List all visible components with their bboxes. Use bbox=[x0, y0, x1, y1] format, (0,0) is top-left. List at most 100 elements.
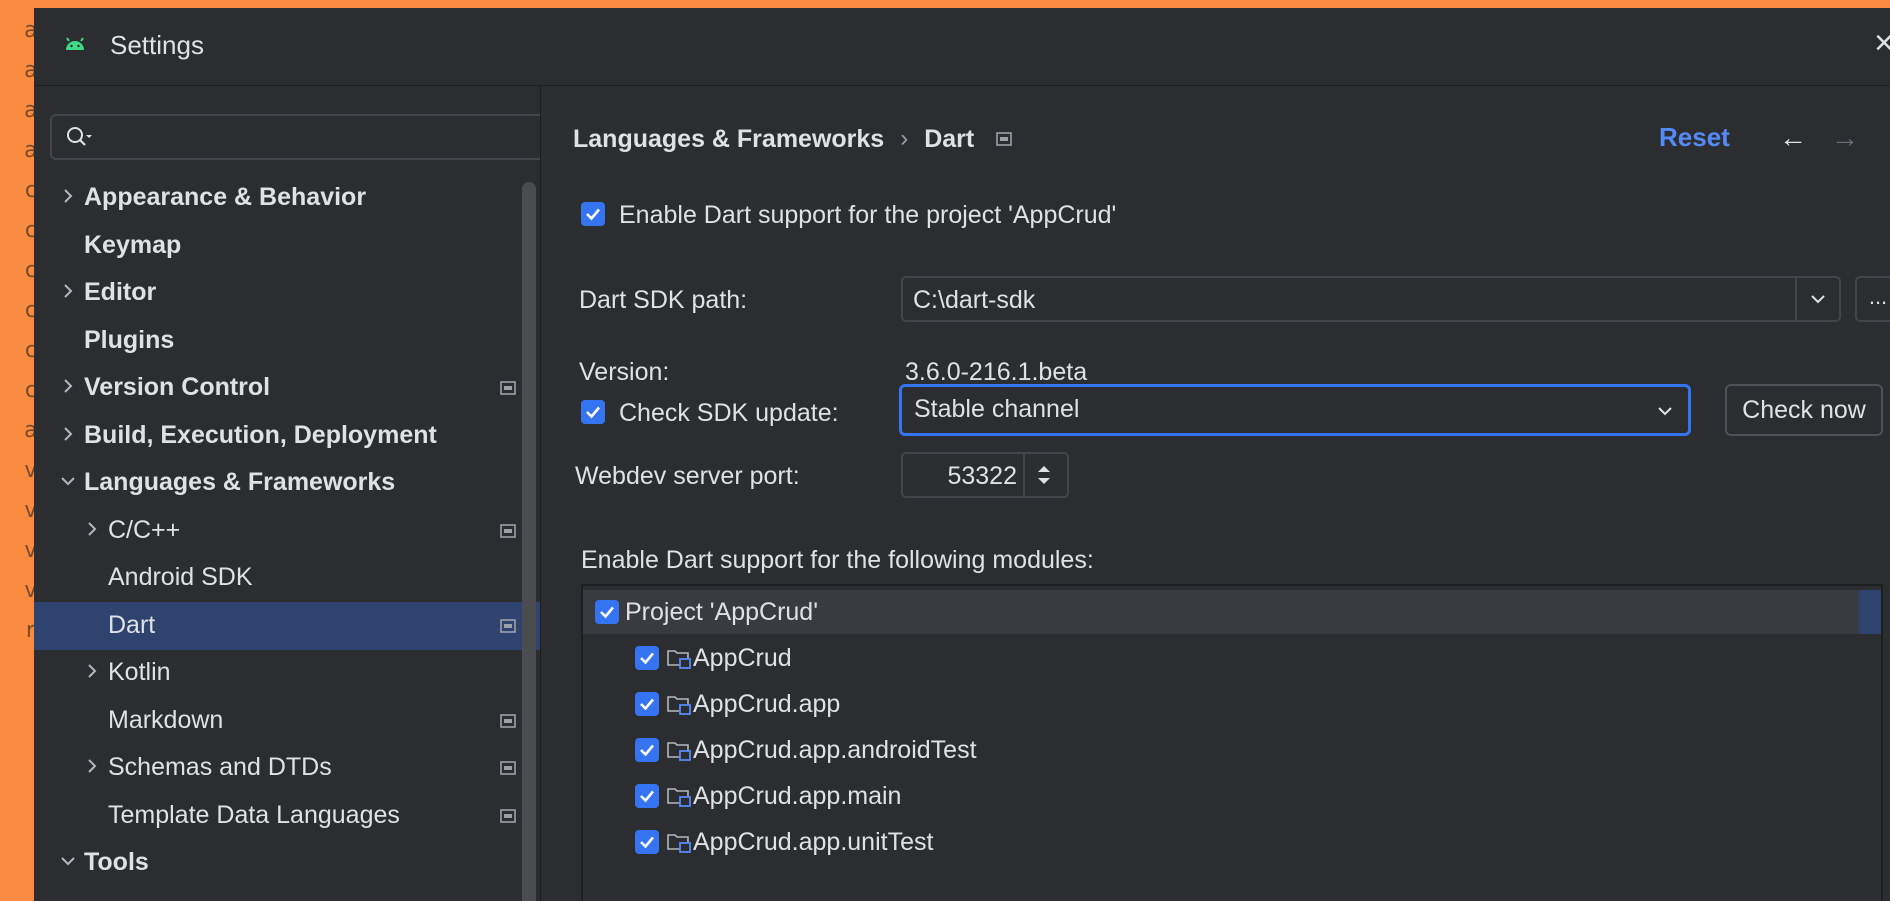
sdk-path-label: Dart SDK path: bbox=[579, 286, 748, 314]
module-folder-icon bbox=[667, 742, 691, 761]
project-level-icon bbox=[500, 381, 516, 395]
sidebar-item-dart[interactable]: Dart bbox=[34, 601, 540, 650]
sidebar-item-schemas-and-dtds[interactable]: Schemas and DTDs bbox=[34, 744, 540, 792]
enable-dart-project-checkbox[interactable] bbox=[581, 202, 605, 226]
version-label: Version: bbox=[579, 358, 670, 386]
sidebar-item-label: Appearance & Behavior bbox=[84, 183, 367, 211]
webdev-port-input[interactable] bbox=[913, 460, 1017, 492]
sidebar-item-keymap[interactable]: Keymap bbox=[34, 222, 540, 270]
module-row[interactable]: AppCrud.app.main bbox=[583, 774, 1881, 818]
checkmark-icon bbox=[600, 606, 614, 619]
modules-label: Enable Dart support for the following mo… bbox=[581, 546, 1094, 574]
chevron-right-icon[interactable] bbox=[56, 184, 80, 208]
sidebar-item-languages-frameworks[interactable]: Languages & Frameworks bbox=[34, 459, 540, 507]
selection-edge bbox=[1859, 590, 1881, 634]
update-channel-select[interactable]: Stable channel bbox=[899, 384, 1691, 436]
sidebar-item-template-data-languages[interactable]: Template Data Languages bbox=[34, 792, 540, 840]
module-row[interactable]: AppCrud bbox=[583, 636, 1881, 680]
sidebar-item-label: Kotlin bbox=[108, 658, 171, 686]
module-folder-icon bbox=[667, 650, 691, 669]
sidebar-item-label: Keymap bbox=[84, 230, 182, 259]
search-icon[interactable] bbox=[64, 124, 94, 152]
module-checkbox[interactable] bbox=[635, 692, 659, 716]
chevron-right-icon[interactable] bbox=[56, 374, 80, 398]
chevron-right-icon[interactable] bbox=[80, 659, 104, 683]
sidebar-item-build-execution-deployment[interactable]: Build, Execution, Deployment bbox=[34, 412, 540, 460]
chevron-down-icon[interactable] bbox=[1807, 288, 1829, 310]
sidebar-item-plugins[interactable]: Plugins bbox=[34, 317, 540, 365]
sidebar-item-label: Languages & Frameworks bbox=[84, 468, 396, 496]
sidebar-item-label: Build, Execution, Deployment bbox=[84, 420, 437, 449]
back-arrow-icon[interactable]: ← bbox=[1779, 122, 1807, 154]
sidebar-item-label: Schemas and DTDs bbox=[108, 753, 332, 781]
checkmark-icon bbox=[640, 790, 654, 803]
settings-search-box[interactable] bbox=[50, 114, 558, 160]
module-folder-icon bbox=[667, 788, 691, 807]
project-level-icon bbox=[996, 132, 1013, 147]
sidebar-item-c-c[interactable]: C/C++ bbox=[34, 507, 540, 555]
sidebar-item-label: C/C++ bbox=[108, 515, 181, 544]
spinner-arrows-icon[interactable] bbox=[1031, 460, 1057, 490]
check-sdk-update-label: Check SDK update: bbox=[619, 399, 839, 427]
android-icon bbox=[66, 37, 84, 50]
module-row[interactable]: AppCrud.app.androidTest bbox=[583, 728, 1881, 772]
check-sdk-update-checkbox[interactable] bbox=[581, 400, 605, 424]
checkmark-icon bbox=[586, 406, 600, 419]
reset-link[interactable]: Reset bbox=[1659, 122, 1730, 153]
module-checkbox[interactable] bbox=[635, 738, 659, 762]
version-value: 3.6.0-216.1.beta bbox=[905, 358, 1088, 386]
checkmark-icon bbox=[640, 652, 654, 665]
module-row[interactable]: Project 'AppCrud' bbox=[583, 590, 1881, 634]
settings-sidebar: Appearance & Behavior Keymap Editor Plugins… bbox=[34, 86, 558, 901]
forward-arrow-icon[interactable]: → bbox=[1831, 122, 1859, 154]
module-row[interactable]: AppCrud.app bbox=[583, 682, 1881, 726]
breadcrumb-separator: › bbox=[900, 125, 909, 153]
sidebar-item-editor[interactable]: Editor bbox=[34, 269, 540, 317]
module-folder-icon bbox=[667, 834, 691, 853]
sidebar-scrollbar[interactable] bbox=[522, 182, 536, 901]
module-checkbox[interactable] bbox=[635, 784, 659, 808]
chevron-right-icon[interactable] bbox=[80, 754, 104, 778]
module-label: AppCrud bbox=[693, 644, 792, 672]
settings-search-input[interactable] bbox=[102, 122, 542, 152]
combo-divider bbox=[1795, 278, 1797, 320]
module-checkbox[interactable] bbox=[635, 830, 659, 854]
sdk-path-input[interactable] bbox=[913, 284, 1753, 316]
sdk-path-combo[interactable] bbox=[901, 276, 1841, 322]
chevron-right-icon[interactable] bbox=[56, 422, 80, 446]
background-editor-strip: aaaaccccccavvvvr bbox=[0, 0, 36, 901]
enable-dart-project-label: Enable Dart support for the project 'App… bbox=[619, 201, 1117, 229]
webdev-port-spinner[interactable] bbox=[901, 452, 1069, 498]
spinner-divider bbox=[1023, 454, 1025, 496]
sidebar-item-appearance-behavior[interactable]: Appearance & Behavior bbox=[34, 174, 540, 222]
browse-sdk-button[interactable]: ... bbox=[1855, 276, 1890, 322]
sidebar-item-markdown[interactable]: Markdown bbox=[34, 697, 540, 745]
checkmark-icon bbox=[640, 698, 654, 711]
sidebar-item-kotlin[interactable]: Kotlin bbox=[34, 649, 540, 697]
settings-content: Languages & Frameworks › Dart Reset ← → En… bbox=[540, 86, 1890, 901]
sidebar-item-version-control[interactable]: Version Control bbox=[34, 364, 540, 412]
module-folder-icon bbox=[667, 696, 691, 715]
close-icon[interactable]: × bbox=[1874, 26, 1890, 60]
modules-tree: Project 'AppCrud' AppCrud AppCrud.app AppCr… bbox=[581, 584, 1883, 901]
chevron-down-icon[interactable] bbox=[56, 849, 80, 873]
module-label: AppCrud.app.main bbox=[693, 782, 902, 810]
chevron-right-icon[interactable] bbox=[56, 279, 80, 303]
module-checkbox[interactable] bbox=[595, 600, 619, 624]
chevron-down-icon[interactable] bbox=[1654, 400, 1676, 422]
sidebar-item-android-sdk[interactable]: Android SDK bbox=[34, 554, 540, 602]
chevron-down-icon[interactable] bbox=[56, 469, 80, 493]
breadcrumb: Languages & Frameworks › Dart bbox=[573, 124, 1013, 154]
module-row[interactable]: AppCrud.app.unitTest bbox=[583, 820, 1881, 864]
breadcrumb-current: Dart bbox=[924, 124, 975, 153]
check-now-button[interactable]: Check now bbox=[1725, 384, 1883, 436]
project-level-icon bbox=[500, 761, 516, 775]
sidebar-item-tools[interactable]: Tools bbox=[34, 839, 540, 887]
chevron-right-icon[interactable] bbox=[80, 517, 104, 541]
module-checkbox[interactable] bbox=[635, 646, 659, 670]
module-label: Project 'AppCrud' bbox=[625, 598, 818, 626]
breadcrumb-parent[interactable]: Languages & Frameworks bbox=[573, 125, 884, 154]
sidebar-item-label: Dart bbox=[108, 610, 156, 639]
module-label: AppCrud.app.unitTest bbox=[693, 828, 934, 856]
sidebar-item-label: Version Control bbox=[84, 373, 271, 401]
